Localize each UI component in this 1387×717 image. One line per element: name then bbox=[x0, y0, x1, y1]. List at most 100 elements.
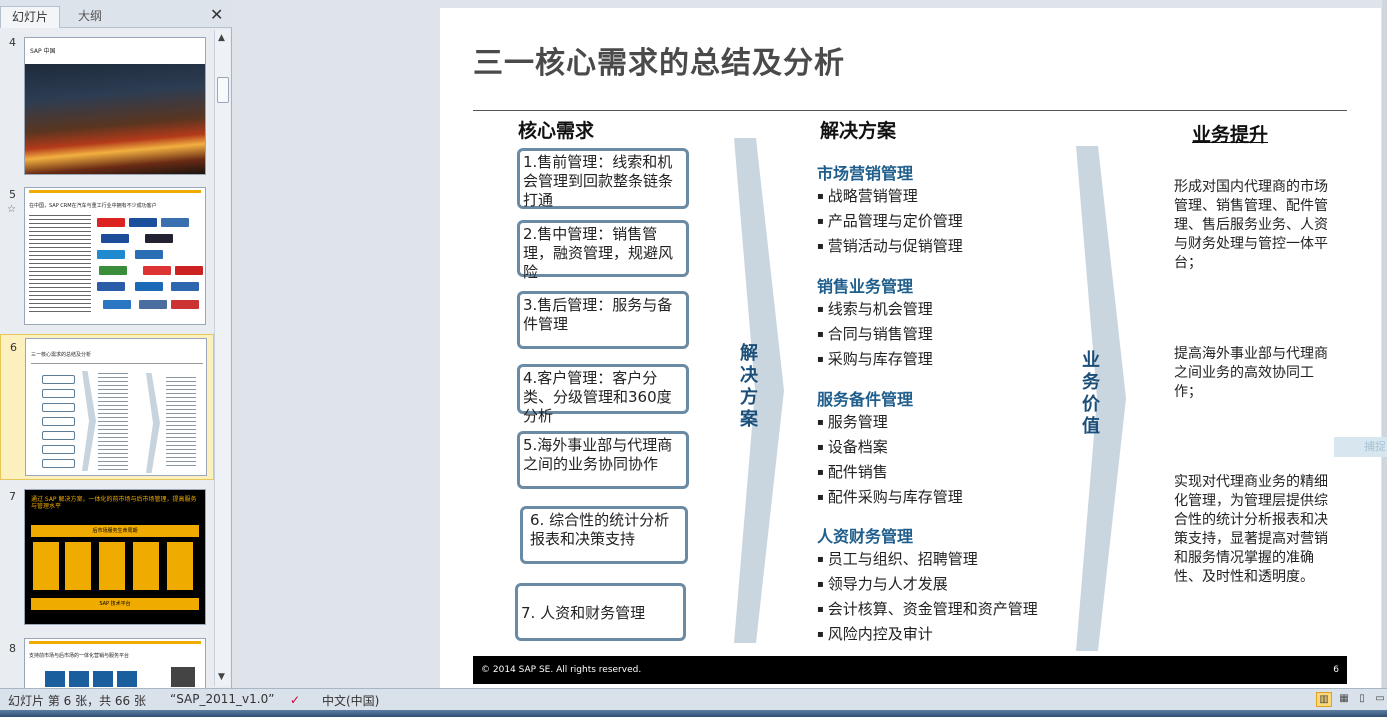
need-text: 5.海外事业部与代理商之间的业务协同协作 bbox=[523, 436, 673, 473]
slide-count-status: 幻灯片 第 6 张，共 66 张 bbox=[8, 694, 146, 708]
need-text: 4.客户管理：客户分类、分级管理和360度分析 bbox=[523, 369, 672, 425]
heading-solutions[interactable]: 解决方案 bbox=[820, 116, 896, 143]
solution-item: 会计核算、资金管理和资产管理 bbox=[817, 598, 1038, 623]
solution-item: 员工与组织、招聘管理 bbox=[817, 548, 1038, 573]
editor-edge bbox=[1382, 0, 1387, 688]
solution-group-marketing[interactable]: 市场营销管理 战略营销管理 产品管理与定价管理 营销活动与促销管理 bbox=[817, 163, 963, 260]
mini-box bbox=[42, 417, 75, 426]
mini-box bbox=[42, 389, 75, 398]
slide-thumbnail-row[interactable]: 8 支持前市场与后市场的一体化营销与服务平台 bbox=[0, 638, 214, 688]
scroll-thumb[interactable] bbox=[217, 77, 229, 103]
mini-box bbox=[42, 445, 75, 454]
slides-panel: 幻灯片 大纲 ✕ 4 SAP 中国 5 ☆ 在中国，SAP CRM在汽车与重工行… bbox=[0, 0, 232, 688]
heading-business-improvement[interactable]: 业务提升 bbox=[1192, 120, 1268, 147]
thumbnail-band: SAP 技术平台 bbox=[31, 598, 199, 610]
mini-box bbox=[42, 375, 75, 384]
need-text: 1.售前管理：线索和机会管理到回款整条链条打通 bbox=[523, 153, 674, 209]
solution-item: 配件采购与库存管理 bbox=[817, 486, 963, 511]
business-point-3[interactable]: 实现对代理商业务的精细化管理，为管理层提供综合性的统计分析报表和决策支持，显著提… bbox=[1174, 473, 1330, 587]
solution-group-service[interactable]: 服务备件管理 服务管理 设备档案 配件销售 配件采购与库存管理 bbox=[817, 389, 963, 511]
solution-group-sales[interactable]: 销售业务管理 线索与机会管理 合同与销售管理 采购与库存管理 bbox=[817, 276, 933, 373]
need-box-1[interactable]: 1.售前管理：线索和机会管理到回款整条链条打通 bbox=[517, 148, 689, 209]
slide-thumbnail[interactable]: SAP 中国 bbox=[24, 37, 206, 175]
customer-logo bbox=[161, 218, 189, 227]
business-point-1[interactable]: 形成对国内代理商的市场管理、销售管理、配件管理、售后服务业务、人资与财务处理与管… bbox=[1174, 178, 1330, 273]
solution-item: 服务管理 bbox=[817, 411, 963, 436]
need-box-3[interactable]: 3.售后管理：服务与备件管理 bbox=[517, 291, 689, 349]
tab-slides[interactable]: 幻灯片 bbox=[0, 6, 60, 28]
slide-thumbnail[interactable]: 三一核心需求的总结及分析 bbox=[25, 338, 207, 476]
customer-logo bbox=[97, 218, 125, 227]
capture-side-tab[interactable]: 捕捉 bbox=[1334, 437, 1387, 457]
customer-logo bbox=[175, 266, 203, 275]
scroll-up-icon[interactable]: ▲ bbox=[218, 33, 225, 43]
customer-logo bbox=[97, 250, 125, 259]
scroll-down-icon[interactable]: ▼ bbox=[218, 672, 225, 682]
slide-sorter-icon[interactable]: ▦ bbox=[1336, 692, 1352, 707]
customer-logo bbox=[135, 282, 163, 291]
slideshow-icon[interactable]: ▭ bbox=[1372, 692, 1387, 707]
slide-thumbnail[interactable]: 支持前市场与后市场的一体化营销与服务平台 bbox=[24, 638, 206, 688]
chevron-label-solution: 解决方案 bbox=[740, 343, 758, 430]
need-text: 6. 综合性的统计分析报表和决策支持 bbox=[530, 511, 670, 548]
need-text: 7. 人资和财务管理 bbox=[521, 604, 646, 622]
slide-title[interactable]: 三一核心需求的总结及分析 bbox=[473, 38, 845, 82]
solution-item: 配件销售 bbox=[817, 461, 963, 486]
normal-view-icon[interactable]: ▥ bbox=[1316, 692, 1332, 707]
tab-outline[interactable]: 大纲 bbox=[60, 6, 120, 28]
solution-item: 设备档案 bbox=[817, 436, 963, 461]
customer-logo bbox=[99, 266, 127, 275]
need-box-5[interactable]: 5.海外事业部与代理商之间的业务协同协作 bbox=[517, 431, 689, 489]
thumbnail-scrollbar[interactable]: ▲ ▼ bbox=[214, 30, 230, 686]
slide-thumbnail[interactable]: 在中国，SAP CRM在汽车与重工行业中拥有不少成功客户 bbox=[24, 187, 206, 325]
mini-box bbox=[42, 431, 75, 440]
solution-item: 领导力与人才发展 bbox=[817, 573, 1038, 598]
solution-item: 战略营销管理 bbox=[817, 185, 963, 210]
slide-thumbnail[interactable]: 通过 SAP 解决方案，一体化的前市场与后市场管理，提高服务与管理水平 后市场服… bbox=[24, 489, 206, 625]
business-point-2[interactable]: 提高海外事业部与代理商之间业务的高效协同工作； bbox=[1174, 345, 1330, 402]
theme-name-status[interactable]: “SAP_2011_v1.0” bbox=[170, 692, 274, 706]
customer-logo bbox=[139, 300, 167, 309]
accent-bar bbox=[29, 190, 201, 193]
customer-logo bbox=[97, 282, 125, 291]
need-box-4[interactable]: 4.客户管理：客户分类、分级管理和360度分析 bbox=[517, 364, 689, 425]
slide-number: 4 bbox=[9, 36, 16, 49]
spell-check-icon[interactable]: ✓ bbox=[290, 693, 300, 707]
solution-heading: 服务备件管理 bbox=[817, 390, 914, 409]
solution-item: 合同与销售管理 bbox=[817, 323, 933, 348]
customer-logo bbox=[101, 234, 129, 243]
mini-box bbox=[42, 459, 75, 468]
solution-group-hr-finance[interactable]: 人资财务管理 员工与组织、招聘管理 领导力与人才发展 会计核算、资金管理和资产管… bbox=[817, 526, 1038, 648]
blue-card bbox=[93, 671, 113, 687]
text-block bbox=[29, 215, 91, 315]
need-box-2[interactable]: 2.售中管理：销售管理，融资管理，规避风险 bbox=[517, 220, 689, 281]
slide-number: 6 bbox=[10, 341, 17, 354]
slide-thumbnail-row-selected[interactable]: 6 三一核心需求的总结及分析 bbox=[0, 334, 214, 480]
need-box-7[interactable]: 7. 人资和财务管理 bbox=[515, 583, 686, 641]
need-box-6[interactable]: 6. 综合性的统计分析报表和决策支持 bbox=[520, 506, 688, 564]
slide-thumbnail-row[interactable]: 4 SAP 中国 bbox=[0, 34, 214, 176]
reading-view-icon[interactable]: ▯ bbox=[1354, 692, 1370, 707]
heading-core-needs[interactable]: 核心需求 bbox=[518, 116, 594, 143]
slide-canvas[interactable]: 三一核心需求的总结及分析 核心需求 解决方案 业务提升 1.售前管理：线索和机会… bbox=[440, 8, 1381, 688]
accent-bar bbox=[29, 641, 201, 644]
slide-thumbnail-row[interactable]: 5 ☆ 在中国，SAP CRM在汽车与重工行业中拥有不少成功客户 bbox=[0, 186, 214, 328]
close-icon[interactable]: ✕ bbox=[210, 7, 223, 23]
solution-item: 营销活动与促销管理 bbox=[817, 235, 963, 260]
gold-card bbox=[167, 542, 193, 590]
customer-logo bbox=[135, 250, 163, 259]
slide-number: 5 bbox=[9, 188, 16, 201]
panel-tabs: 幻灯片 大纲 ✕ bbox=[0, 0, 232, 28]
gold-card bbox=[99, 542, 125, 590]
solution-item: 产品管理与定价管理 bbox=[817, 210, 963, 235]
customer-logo bbox=[171, 300, 199, 309]
thumbnail-title: 在中国，SAP CRM在汽车与重工行业中拥有不少成功客户 bbox=[29, 203, 157, 209]
chevron-label-value: 业务价值 bbox=[1082, 350, 1100, 437]
mini-box bbox=[42, 403, 75, 412]
gold-card bbox=[33, 542, 59, 590]
footer-page-number: 6 bbox=[1333, 665, 1339, 675]
gold-card bbox=[65, 542, 91, 590]
blue-card bbox=[69, 671, 89, 687]
slide-thumbnail-row[interactable]: 7 通过 SAP 解决方案，一体化的前市场与后市场管理，提高服务与管理水平 后市… bbox=[0, 488, 214, 630]
language-status[interactable]: 中文(中国) bbox=[322, 692, 379, 709]
